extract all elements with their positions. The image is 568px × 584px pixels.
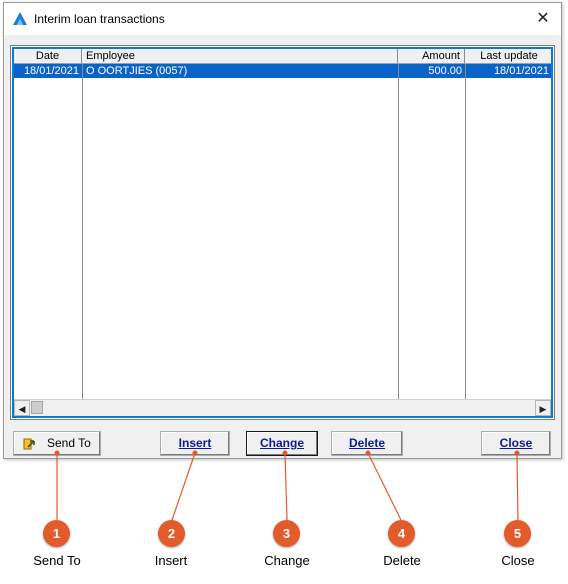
cell-amount: 500.00 [428, 65, 462, 77]
cell-employee: O OORTJIES (0057) [86, 65, 188, 77]
close-window-icon[interactable]: ✕ [531, 7, 555, 31]
delete-button[interactable]: Delete [331, 431, 403, 456]
column-header-employee[interactable]: Employee [82, 49, 398, 63]
column-divider [398, 64, 399, 400]
cell-last-update: 18/01/2021 [493, 65, 549, 77]
scroll-thumb[interactable] [31, 401, 43, 414]
callout-label-change: Change [264, 553, 310, 568]
callout-badge-1: 1 [43, 520, 70, 547]
title-bar: Interim loan transactions ✕ [4, 3, 561, 35]
column-divider [465, 64, 466, 400]
callout-label-insert: Insert [154, 553, 188, 568]
horizontal-scrollbar[interactable]: ◀ ▶ [14, 399, 551, 416]
close-button[interactable]: Close [481, 431, 551, 456]
callout-badge-5: 5 [504, 520, 531, 547]
grid-focus-border: Date Employee Amount Last update 18/01/2… [12, 47, 553, 418]
send-to-button[interactable]: Send To [13, 431, 101, 456]
dialog-window: Interim loan transactions ✕ Date Employe… [3, 2, 562, 459]
scroll-left-icon[interactable]: ◀ [14, 400, 30, 416]
window-title: Interim loan transactions [34, 12, 165, 26]
change-button[interactable]: Change [246, 431, 318, 456]
insert-button[interactable]: Insert [160, 431, 230, 456]
app-logo-icon [13, 12, 27, 25]
column-header-date[interactable]: Date [14, 49, 82, 63]
scroll-right-icon[interactable]: ▶ [535, 400, 551, 416]
send-arrow-icon [23, 438, 35, 450]
callout-badge-2: 2 [158, 520, 185, 547]
cell-date: 18/01/2021 [23, 65, 79, 77]
callout-label-close: Close [501, 553, 535, 568]
grid-header: Date Employee Amount Last update [14, 49, 551, 64]
callout-badge-4: 4 [388, 520, 415, 547]
send-to-label: Send To [47, 436, 91, 450]
callout-label-send-to: Send To [33, 553, 81, 568]
column-divider [82, 64, 83, 400]
column-header-amount[interactable]: Amount [398, 49, 465, 63]
column-header-last-update[interactable]: Last update [465, 49, 553, 63]
callout-label-delete: Delete [383, 553, 421, 568]
transactions-grid[interactable]: Date Employee Amount Last update 18/01/2… [10, 45, 555, 420]
callout-badge-3: 3 [273, 520, 300, 547]
table-row[interactable]: 18/01/2021 O OORTJIES (0057) 500.00 18/0… [14, 64, 551, 78]
